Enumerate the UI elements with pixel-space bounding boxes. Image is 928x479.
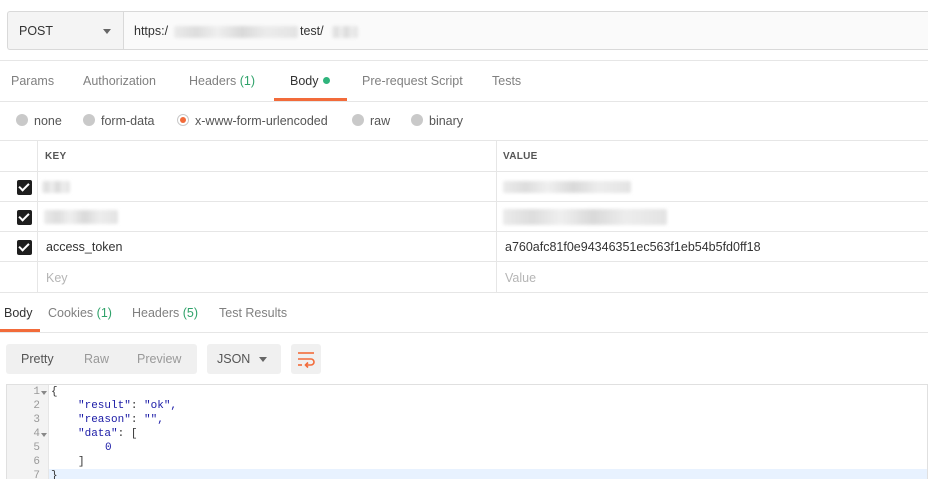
body-modified-dot	[322, 77, 330, 84]
method-select[interactable]: POST	[7, 11, 123, 50]
redacted-value	[503, 209, 667, 225]
request-bar: POST https:/ test/	[0, 0, 928, 60]
code-line: 0	[105, 442, 112, 454]
divider	[496, 172, 497, 201]
line-number: 1	[33, 386, 40, 398]
response-tabs: Body Cookies (1) Headers (5) Test Result…	[0, 293, 928, 333]
value-column-header: VALUE	[503, 151, 538, 162]
response-toolbar: Pretty Raw Preview JSON	[0, 333, 928, 385]
fold-toggle-icon[interactable]	[41, 391, 47, 395]
line-number: 4	[33, 428, 40, 440]
line-number: 6	[33, 456, 40, 468]
divider	[37, 141, 38, 171]
tab-authorization[interactable]: Authorization	[83, 61, 156, 101]
chevron-down-icon	[259, 357, 267, 362]
chevron-down-icon	[103, 29, 111, 34]
code-line: ]	[78, 456, 85, 468]
divider	[37, 202, 38, 231]
divider	[496, 262, 497, 292]
tab-body[interactable]: Body	[290, 61, 330, 101]
param-key[interactable]: access_token	[46, 240, 122, 254]
param-value[interactable]: a760afc81f0e94346351ec563f1eb54b5fd0ff18	[505, 240, 761, 254]
radio-circle	[16, 114, 28, 126]
redacted-host	[174, 26, 298, 38]
table-row: access_token a760afc81f0e94346351ec563f1…	[0, 232, 928, 262]
tab-response-body[interactable]: Body	[4, 293, 33, 333]
redacted-key	[42, 181, 70, 193]
table-row-new: Key Value	[0, 262, 928, 293]
divider	[37, 172, 38, 201]
redacted-value	[503, 181, 631, 193]
url-prefix: https:/	[134, 24, 169, 38]
line-number: 2	[33, 400, 40, 412]
tab-params[interactable]: Params	[11, 61, 54, 101]
active-tab-underline	[0, 329, 40, 332]
code-line: "data": [	[78, 428, 138, 440]
line-number: 5	[33, 442, 40, 454]
table-row	[0, 172, 928, 202]
radio-circle	[411, 114, 423, 126]
url-input[interactable]: https:/ test/	[123, 11, 928, 50]
view-mode-group: Pretty Raw Preview	[6, 344, 197, 374]
format-label: JSON	[217, 352, 251, 366]
wrap-lines-icon	[298, 352, 315, 369]
divider	[496, 232, 497, 261]
url-path: test/	[300, 24, 324, 38]
row-checkbox[interactable]	[17, 210, 32, 225]
params-table: KEY VALUE access_token a760afc81f0e94346…	[0, 141, 928, 293]
line-number: 3	[33, 414, 40, 426]
code-line: "reason": "",	[78, 414, 164, 426]
response-body-editor[interactable]: 1 2 3 4 5 6 7 { "result": "ok", "reason"…	[6, 384, 928, 479]
headers-count: (1)	[239, 74, 256, 88]
divider	[496, 141, 497, 171]
radio-circle-selected	[177, 114, 189, 126]
code-line: }	[51, 470, 58, 479]
divider	[37, 262, 38, 292]
fold-toggle-icon[interactable]	[41, 433, 47, 437]
line-gutter: 1 2 3 4 5 6 7	[7, 385, 49, 479]
active-line-highlight	[7, 469, 927, 479]
tab-response-headers[interactable]: Headers (5)	[132, 293, 198, 333]
preview-button[interactable]: Preview	[137, 352, 181, 366]
tab-headers[interactable]: Headers (1)	[189, 61, 255, 101]
pretty-button[interactable]: Pretty	[21, 352, 54, 366]
divider	[496, 202, 497, 231]
headers-count: (5)	[182, 306, 199, 320]
format-select[interactable]: JSON	[207, 344, 281, 374]
method-label: POST	[19, 24, 54, 38]
body-type-options: none form-data x-www-form-urlencoded raw…	[0, 102, 928, 141]
new-key-input[interactable]: Key	[46, 271, 68, 285]
cookies-count: (1)	[96, 306, 112, 320]
divider	[37, 232, 38, 261]
tab-pre-request-script[interactable]: Pre-request Script	[362, 61, 463, 101]
tab-test-results[interactable]: Test Results	[219, 293, 287, 333]
request-tabs: Params Authorization Headers (1) Body Pr…	[0, 60, 928, 102]
code-line: "result": "ok",	[78, 400, 178, 412]
tab-tests[interactable]: Tests	[492, 61, 521, 101]
redacted-key	[44, 210, 118, 224]
radio-circle	[83, 114, 95, 126]
line-number: 7	[33, 470, 40, 479]
radio-circle	[352, 114, 364, 126]
new-value-input[interactable]: Value	[505, 271, 536, 285]
redacted-path	[332, 26, 358, 38]
table-header: KEY VALUE	[0, 141, 928, 172]
row-checkbox[interactable]	[17, 180, 32, 195]
wrap-lines-button[interactable]	[291, 344, 321, 374]
table-row	[0, 202, 928, 232]
tab-cookies[interactable]: Cookies (1)	[48, 293, 112, 333]
active-tab-underline	[274, 98, 347, 101]
raw-button[interactable]: Raw	[84, 352, 109, 366]
code-line: {	[51, 386, 58, 398]
row-checkbox[interactable]	[17, 240, 32, 255]
key-column-header: KEY	[45, 151, 67, 162]
